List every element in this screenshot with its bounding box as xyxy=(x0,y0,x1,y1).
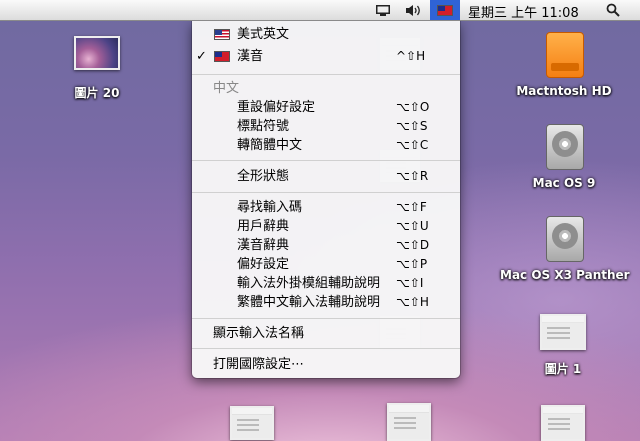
desktop-icon-label: 圖片 20 xyxy=(74,86,120,100)
menu-item-hanin-dictionary[interactable]: 漢音辭典 ⌥⇧D xyxy=(192,236,460,255)
menu-item-shortcut: ⌥⇧I xyxy=(396,276,424,290)
taiwan-flag-icon xyxy=(437,4,453,16)
menu-item-label: 繁體中文輸入法輔助說明 xyxy=(237,295,381,310)
menu-item-shortcut: ⌥⇧R xyxy=(396,169,429,183)
menu-item-user-dictionary[interactable]: 用戶辭典 ⌥⇧U xyxy=(192,217,460,236)
menu-item-label: 全形狀態 xyxy=(237,169,290,184)
menu-item-full-width[interactable]: 全形狀態 ⌥⇧R xyxy=(192,167,460,186)
picture-thumbnail xyxy=(540,314,586,350)
menu-item-reset-preferences[interactable]: 重設偏好設定 ⌥⇧O xyxy=(192,98,460,117)
menu-item-punctuation[interactable]: 標點符號 ⌥⇧S xyxy=(192,117,460,136)
menu-item-label: 用戶辭典 xyxy=(237,219,290,234)
desktop-icon-label: Mactntosh HD xyxy=(516,84,612,98)
menu-item-shortcut: ⌥⇧D xyxy=(396,238,430,252)
desktop-icon-mac-os-9[interactable]: Mac OS 9 xyxy=(508,124,620,192)
menu-item-shortcut: ^⇧H xyxy=(396,49,426,63)
menu-bar-clock[interactable]: 星期三 上午 11:08 xyxy=(468,2,579,21)
desktop-screenshot-thumbnail[interactable] xyxy=(387,403,431,441)
menu-item-find-input-code[interactable]: 尋找輸入碼 ⌥⇧F xyxy=(192,198,460,217)
desktop-icon-picture-20[interactable]: 圖片 20 xyxy=(62,36,132,106)
menu-item-shortcut: ⌥⇧C xyxy=(396,138,429,152)
menu-item-convert-simplified[interactable]: 轉簡體中文 ⌥⇧C xyxy=(192,136,460,155)
input-method-menu: 美式英文 ✓ 漢音 ^⇧H 中文 重設偏好設定 ⌥⇧O 標點符號 ⌥⇧S 轉簡體… xyxy=(192,21,460,378)
menu-item-traditional-chinese-help[interactable]: 繁體中文輸入法輔助說明 ⌥⇧H xyxy=(192,293,460,312)
desktop-icon-picture-1[interactable]: 圖片 1 xyxy=(520,312,606,378)
menu-item-shortcut: ⌥⇧F xyxy=(396,200,427,214)
menu-item-shortcut: ⌥⇧O xyxy=(396,100,430,114)
menu-item-label: 漢音 xyxy=(237,49,264,64)
hard-drive-icon xyxy=(546,124,584,170)
display-menu-icon[interactable] xyxy=(372,0,394,20)
menu-separator xyxy=(192,192,460,193)
menu-item-show-input-name[interactable]: 顯示輸入法名稱 xyxy=(192,324,460,343)
menu-item-shortcut: ⌥⇧U xyxy=(396,219,429,233)
menu-item-plugin-help[interactable]: 輸入法外掛模組輔助說明 ⌥⇧I xyxy=(192,274,460,293)
us-flag-icon xyxy=(214,29,230,40)
menu-section-header: 中文 xyxy=(192,79,460,98)
desktop-screenshot-thumbnail[interactable] xyxy=(541,405,585,441)
desktop-icon-label: Mac OS 9 xyxy=(532,176,596,190)
checkmark-icon: ✓ xyxy=(196,49,207,64)
menu-separator xyxy=(192,160,460,161)
section-header-label: 中文 xyxy=(213,81,240,96)
spotlight-search-icon[interactable] xyxy=(602,0,624,20)
menu-separator xyxy=(192,348,460,349)
menu-item-label: 偏好設定 xyxy=(237,257,290,272)
desktop-icon-mac-os-x3-panther[interactable]: Mac OS X3 Panther xyxy=(500,216,630,284)
desktop-icon-label: 圖片 1 xyxy=(544,362,582,376)
menu-item-label: 輸入法外掛模組輔助說明 xyxy=(237,276,381,291)
picture-thumbnail xyxy=(74,36,120,70)
desktop-icon-label: Mac OS X3 Panther xyxy=(500,268,630,282)
menu-bar: 星期三 上午 11:08 xyxy=(0,0,640,21)
menu-item-label: 標點符號 xyxy=(237,119,290,134)
menu-item-shortcut: ⌥⇧P xyxy=(396,257,428,271)
desktop-screenshot-thumbnail[interactable] xyxy=(230,406,274,440)
menu-item-shortcut: ⌥⇧H xyxy=(396,295,429,309)
hard-drive-icon xyxy=(546,216,584,262)
menu-item-label: 尋找輸入碼 xyxy=(237,200,303,215)
menu-separator xyxy=(192,74,460,75)
menu-item-preferences[interactable]: 偏好設定 ⌥⇧P xyxy=(192,255,460,274)
menu-item-shortcut: ⌥⇧S xyxy=(396,119,428,133)
menu-item-open-international[interactable]: 打開國際設定⋯ xyxy=(192,355,460,374)
menu-item-label: 轉簡體中文 xyxy=(237,138,303,153)
menu-item-hanin[interactable]: ✓ 漢音 ^⇧H xyxy=(192,47,460,66)
menu-item-label: 重設偏好設定 xyxy=(237,100,316,115)
menu-item-us-english[interactable]: 美式英文 xyxy=(192,25,460,44)
volume-icon[interactable] xyxy=(402,0,426,20)
taiwan-flag-icon xyxy=(214,51,230,62)
menu-item-label: 顯示輸入法名稱 xyxy=(213,326,305,341)
menu-separator xyxy=(192,318,460,319)
menu-item-label: 打開國際設定⋯ xyxy=(213,357,305,372)
desktop-icon-macintosh-hd[interactable]: Mactntosh HD xyxy=(508,32,620,100)
input-menu-button[interactable] xyxy=(430,0,460,20)
menu-item-label: 美式英文 xyxy=(237,27,290,42)
firewire-drive-icon xyxy=(546,32,584,78)
menu-item-label: 漢音辭典 xyxy=(237,238,290,253)
